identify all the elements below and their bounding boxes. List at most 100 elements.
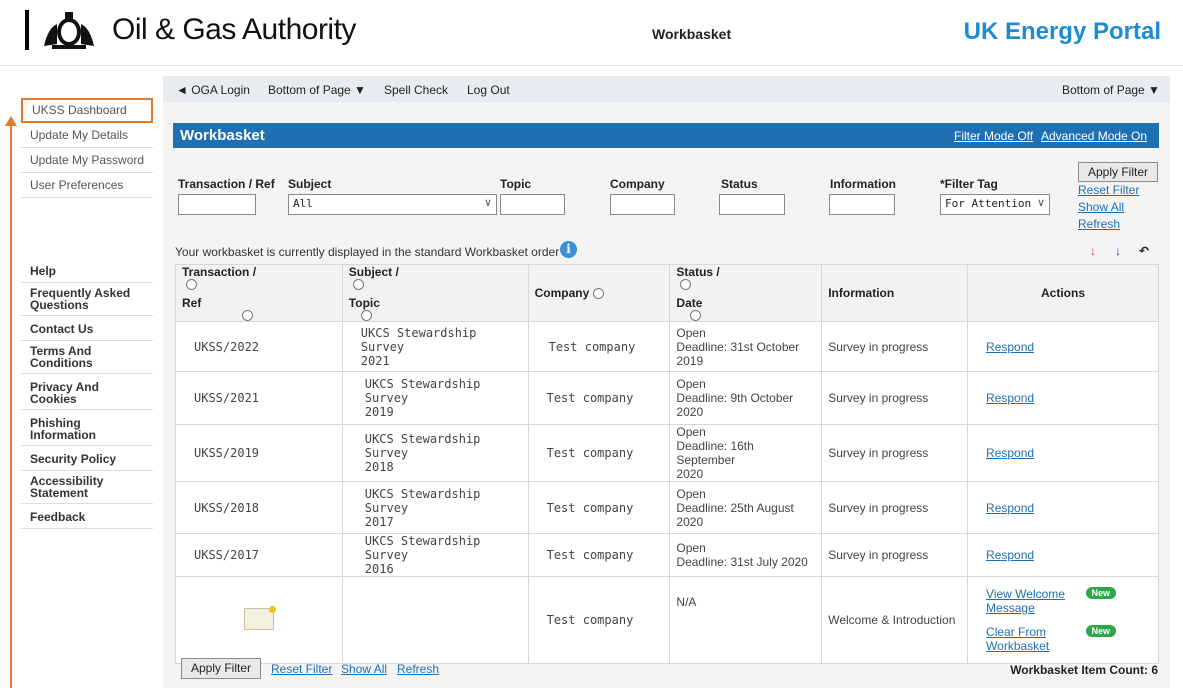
- row-actions: Respond: [967, 481, 1159, 534]
- advanced-mode-link[interactable]: Advanced Mode On: [1041, 129, 1147, 143]
- show-all-link[interactable]: Show All: [1078, 200, 1124, 214]
- sidebar-item-privacy[interactable]: Privacy And Cookies: [21, 374, 153, 410]
- page-header: Oil & Gas Authority Workbasket UK Energy…: [0, 0, 1183, 66]
- apply-filter-button[interactable]: Apply Filter: [1078, 162, 1158, 182]
- row-status: Open Deadline: 9th October 2020: [669, 371, 823, 425]
- sidebar-item-ukss-dashboard[interactable]: UKSS Dashboard: [21, 98, 153, 123]
- sidebar-item-phishing[interactable]: Phishing Information: [21, 410, 153, 446]
- header-transaction[interactable]: Transaction / Ref: [175, 264, 343, 322]
- item-count: Workbasket Item Count: 6: [1010, 663, 1158, 677]
- subject-filter-label: Subject: [288, 177, 332, 191]
- row-deadline-text: Deadline: 31st October: [676, 339, 800, 354]
- sort-radio[interactable]: [352, 279, 364, 290]
- transaction-input[interactable]: [178, 194, 256, 215]
- header-information-label: Information: [828, 286, 895, 300]
- row-company: Test company: [527, 481, 671, 534]
- row-subject: UKCS Stewardship Survey 2021: [341, 321, 529, 372]
- status-input[interactable]: [719, 194, 785, 215]
- view-welcome-link[interactable]: View Welcome Message: [986, 587, 1066, 615]
- topic-input[interactable]: [500, 194, 565, 215]
- info-icon[interactable]: i: [560, 241, 577, 258]
- reset-sort-icon[interactable]: ↶: [1139, 244, 1149, 258]
- filter-tag-select[interactable]: For Attention ∨: [940, 194, 1050, 215]
- bottom-of-page-right-link[interactable]: Bottom of Page ▼: [1062, 83, 1160, 97]
- sort-ascending-icon[interactable]: ↓: [1090, 244, 1096, 258]
- subject-select[interactable]: All ∨: [288, 194, 497, 215]
- chevron-down-icon: ∨: [1036, 196, 1045, 209]
- respond-link[interactable]: Respond: [986, 391, 1034, 405]
- welcome-document-icon: [243, 605, 276, 630]
- oga-login-link[interactable]: ◄ OGA Login: [176, 83, 250, 97]
- sidebar-item-faq[interactable]: Frequently Asked Questions: [21, 283, 153, 316]
- row-status-text: Open: [676, 377, 706, 391]
- sidebar-item-update-details[interactable]: Update My Details: [21, 123, 153, 148]
- header-company-label: Company: [534, 286, 590, 300]
- sort-radio[interactable]: [360, 310, 372, 321]
- annotation-arrow-line: [10, 124, 12, 688]
- reset-filter-link[interactable]: Reset Filter: [1078, 183, 1139, 197]
- sort-radio[interactable]: [690, 310, 702, 321]
- header-subject[interactable]: Subject / Topic: [341, 264, 529, 322]
- brand-title: Oil & Gas Authority: [112, 13, 356, 46]
- sort-descending-icon[interactable]: ↓: [1115, 244, 1121, 258]
- row-status-text: Open: [676, 486, 706, 501]
- spell-check-link[interactable]: Spell Check: [384, 83, 448, 97]
- row-deadline-year: 2020: [676, 467, 704, 481]
- row-deadline-text: Deadline: 16th September: [676, 439, 754, 467]
- sidebar-item-accessibility[interactable]: Accessibility Statement: [21, 471, 153, 504]
- sidebar-item-security[interactable]: Security Policy: [21, 446, 153, 471]
- information-filter-label: Information: [830, 177, 896, 191]
- row-topic-text: 2016: [364, 562, 394, 576]
- sidebar-item-feedback[interactable]: Feedback: [21, 504, 153, 529]
- respond-link[interactable]: Respond: [986, 340, 1034, 354]
- row-topic-text: 2019: [364, 405, 394, 419]
- sort-radio[interactable]: [186, 279, 197, 290]
- row-ref: UKSS/2021: [175, 371, 343, 425]
- table-row: UKSS/2018 UKCS Stewardship Survey 2017 Te…: [175, 481, 1159, 534]
- row-status: Open Deadline: 25th August 2020: [669, 481, 823, 534]
- sidebar-item-terms[interactable]: Terms And Conditions: [21, 341, 153, 374]
- sort-radio[interactable]: [680, 279, 692, 290]
- clear-from-workbasket-link[interactable]: Clear From Workbasket: [986, 625, 1066, 653]
- transaction-filter-label: Transaction / Ref: [178, 177, 275, 191]
- log-out-link[interactable]: Log Out: [467, 83, 510, 97]
- bottom-of-page-link[interactable]: Bottom of Page ▼: [268, 83, 366, 97]
- welcome-action-row: View Welcome Message New: [986, 587, 1117, 615]
- row-status-text: Open: [676, 325, 706, 340]
- row-company: Test company: [527, 321, 671, 372]
- filter-mode-link[interactable]: Filter Mode Off: [954, 129, 1033, 143]
- table-row: UKSS/2019 UKCS Stewardship Survey 2018 Te…: [175, 424, 1159, 482]
- sidebar-item-contact[interactable]: Contact Us: [21, 316, 153, 341]
- row-topic-text: 2018: [364, 460, 394, 474]
- row-status: N/A: [669, 576, 823, 664]
- sidebar-item-help[interactable]: Help: [21, 258, 153, 283]
- header-ref-label: Ref: [182, 296, 202, 310]
- information-input[interactable]: [829, 194, 895, 215]
- bottom-refresh-link[interactable]: Refresh: [397, 662, 439, 676]
- company-filter-label: Company: [610, 177, 665, 191]
- refresh-link[interactable]: Refresh: [1078, 217, 1120, 231]
- filter-tag-value: For Attention: [945, 197, 1032, 210]
- table-row: Test company N/A Welcome & Introduction …: [175, 576, 1159, 664]
- header-company[interactable]: Company: [527, 264, 671, 322]
- respond-link[interactable]: Respond: [986, 501, 1034, 515]
- row-deadline-text: Deadline: 9th October: [676, 391, 794, 405]
- sort-radio[interactable]: [242, 310, 253, 321]
- bottom-apply-filter-button[interactable]: Apply Filter: [181, 658, 261, 679]
- sidebar-item-update-password[interactable]: Update My Password: [21, 148, 153, 173]
- row-subject-text: UKCS Stewardship Survey: [364, 486, 481, 515]
- top-nav: ◄ OGA Login Bottom of Page ▼ Spell Check…: [163, 76, 1170, 102]
- sort-radio[interactable]: [593, 288, 605, 300]
- row-ref: [175, 576, 343, 664]
- order-description: Your workbasket is currently displayed i…: [175, 245, 560, 259]
- row-company: Test company: [527, 533, 671, 577]
- respond-link[interactable]: Respond: [986, 548, 1034, 562]
- row-subject: UKCS Stewardship Survey 2019: [341, 371, 529, 425]
- workbasket-panel-header: Workbasket Filter Mode Off Advanced Mode…: [173, 123, 1159, 148]
- bottom-reset-filter-link[interactable]: Reset Filter: [271, 662, 332, 676]
- respond-link[interactable]: Respond: [986, 446, 1034, 460]
- sidebar-item-user-preferences[interactable]: User Preferences: [21, 173, 153, 198]
- header-status[interactable]: Status / Date: [669, 264, 823, 322]
- bottom-show-all-link[interactable]: Show All: [341, 662, 387, 676]
- company-input[interactable]: [610, 194, 675, 215]
